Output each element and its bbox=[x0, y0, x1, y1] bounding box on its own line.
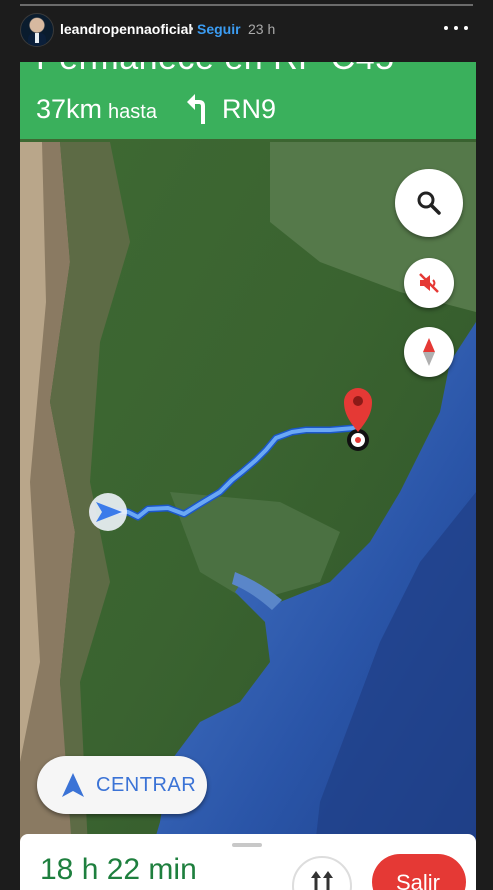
turn-left-icon bbox=[187, 94, 205, 124]
drag-handle[interactable] bbox=[232, 843, 262, 847]
navigation-arrow-icon bbox=[62, 773, 84, 797]
search-icon bbox=[417, 191, 441, 215]
story-progress-bar bbox=[20, 4, 473, 6]
center-label: CENTRAR bbox=[96, 774, 197, 796]
next-road-name: RN9 bbox=[222, 94, 277, 124]
more-horizontal-icon[interactable] bbox=[443, 22, 469, 34]
compass-button[interactable] bbox=[404, 327, 454, 377]
navigation-screenshot: Permanece en RP C45 37kmhasta RN9 CENTRA bbox=[20, 62, 476, 890]
alternate-routes-icon bbox=[311, 871, 333, 890]
post-time: 23 h bbox=[248, 21, 276, 37]
distance-to-turn: 37km hasta bbox=[36, 94, 157, 124]
trip-bottom-sheet[interactable]: 18 h 22 min Salir bbox=[20, 834, 476, 890]
alternate-routes-button[interactable] bbox=[292, 856, 352, 890]
avatar[interactable] bbox=[20, 13, 54, 47]
volume-off-icon bbox=[419, 273, 439, 293]
separator-dot: • bbox=[189, 21, 194, 36]
username[interactable]: leandropennaoficial bbox=[60, 21, 192, 37]
center-button[interactable]: CENTRAR bbox=[37, 756, 207, 814]
current-location-icon[interactable] bbox=[89, 493, 127, 531]
exit-label: Salir bbox=[396, 870, 441, 890]
compass-icon bbox=[423, 338, 435, 366]
exit-button[interactable]: Salir bbox=[372, 854, 466, 890]
trip-eta: 18 h 22 min bbox=[40, 853, 197, 886]
navigation-banner[interactable]: Permanece en RP C45 37kmhasta RN9 bbox=[20, 62, 476, 139]
current-street: Permanece en RP C45 bbox=[36, 62, 395, 78]
follow-button[interactable]: Seguir bbox=[197, 21, 241, 37]
search-button[interactable] bbox=[395, 169, 463, 237]
mute-button[interactable] bbox=[404, 258, 454, 308]
story-header: leandropennaoficial • Seguir 23 h bbox=[0, 8, 493, 52]
